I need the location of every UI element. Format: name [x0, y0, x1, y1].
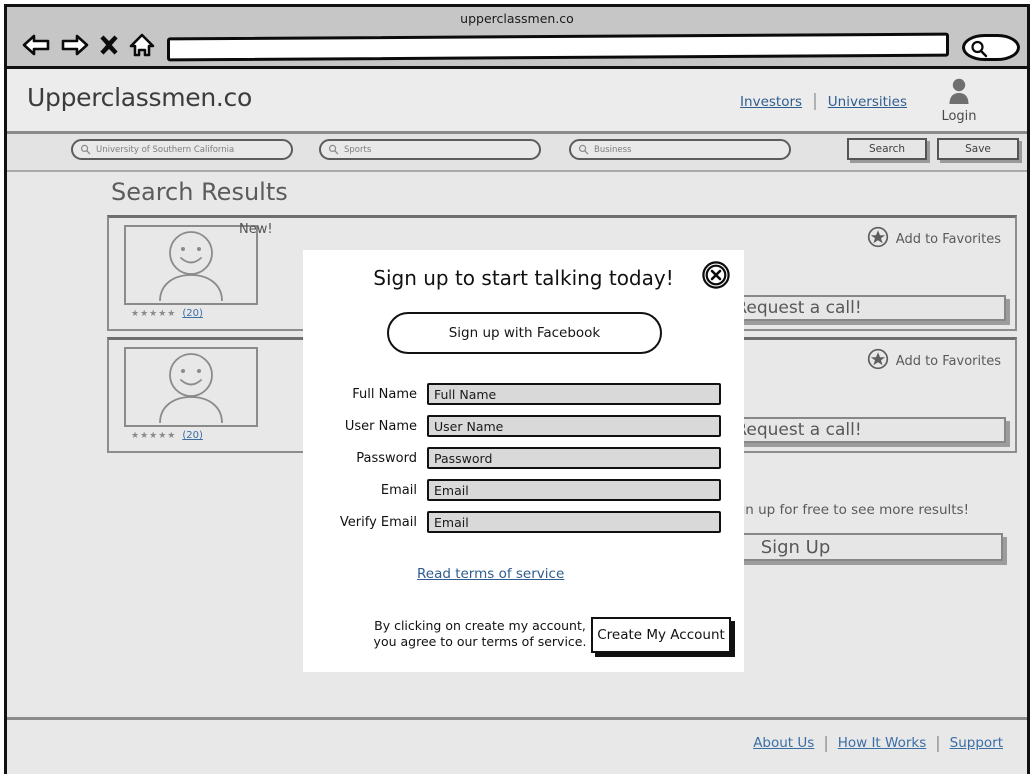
site-page: Upperclassmen.co Investors | Universitie… [7, 69, 1027, 774]
rating: ★★★★★ (20) [131, 308, 203, 319]
search-field-interest-value: Sports [344, 144, 372, 155]
browser-chrome: upperclassmen.co [7, 7, 1027, 69]
url-input[interactable] [167, 32, 949, 62]
signup-note: Sign up for free to see more results! [724, 502, 969, 518]
search-field-school[interactable]: University of Southern California [71, 139, 293, 160]
star-rating-icon: ★★★★★ [131, 430, 177, 441]
new-badge: New! [239, 222, 273, 237]
search-icon [970, 40, 988, 62]
label-password: Password [356, 450, 417, 466]
back-icon[interactable] [21, 33, 51, 57]
add-to-favorites-label: Add to Favorites [895, 231, 1001, 247]
footer-nav: About Us | How It Works | Support [753, 733, 1003, 752]
nav-link-investors[interactable]: Investors [740, 94, 802, 110]
close-icon[interactable] [702, 261, 730, 293]
search-button[interactable]: Search [847, 138, 927, 160]
input-verify-email[interactable]: Email [427, 511, 721, 533]
browser-search-box[interactable] [962, 34, 1020, 61]
footer-separator: | [823, 733, 829, 752]
label-user-name: User Name [344, 418, 417, 434]
profile-thumbnail [124, 347, 258, 427]
login-button[interactable]: Login [929, 77, 989, 124]
stop-icon[interactable] [99, 33, 119, 57]
form-row-verify-email: Verify Email Email [325, 511, 725, 533]
browser-window: upperclassmen.co Upperclassmen.co Invest… [4, 4, 1030, 774]
star-circle-icon [867, 226, 889, 252]
browser-controls [21, 32, 156, 58]
form-row-password: Password Password [325, 447, 725, 469]
browser-title: upperclassmen.co [460, 11, 574, 26]
add-to-favorites-button[interactable]: Add to Favorites [867, 226, 1001, 252]
input-full-name[interactable]: Full Name [427, 383, 721, 405]
signup-form: Full Name Full Name User Name User Name … [325, 383, 725, 543]
star-circle-icon [867, 348, 889, 374]
form-row-email: Email Email [325, 479, 725, 501]
save-button[interactable]: Save [937, 138, 1019, 160]
nav-separator: | [812, 91, 818, 111]
add-to-favorites-label: Add to Favorites [895, 353, 1001, 369]
search-bar: University of Southern California Sports [7, 134, 1027, 172]
label-email: Email [380, 482, 417, 498]
search-field-major-value: Business [594, 144, 632, 155]
terms-of-service-link[interactable]: Read terms of service [417, 566, 564, 582]
profile-thumbnail [124, 225, 258, 305]
footer-link-about-us[interactable]: About Us [753, 735, 814, 751]
footer-link-how-it-works[interactable]: How It Works [838, 735, 927, 751]
form-row-full-name: Full Name Full Name [325, 383, 725, 405]
footer-separator: | [935, 733, 941, 752]
search-icon [80, 140, 91, 159]
label-verify-email: Verify Email [339, 514, 417, 530]
rating-count-link[interactable]: (20) [182, 430, 203, 441]
site-footer: About Us | How It Works | Support [7, 717, 1027, 774]
page-title: Search Results [111, 178, 288, 206]
create-account-button[interactable]: Create My Account [591, 617, 731, 653]
form-row-user-name: User Name User Name [325, 415, 725, 437]
signup-facebook-button[interactable]: Sign up with Facebook [387, 312, 662, 354]
input-email[interactable]: Email [427, 479, 721, 501]
login-label: Login [941, 109, 977, 124]
input-user-name[interactable]: User Name [427, 415, 721, 437]
home-icon[interactable] [128, 32, 156, 58]
footer-link-support[interactable]: Support [950, 735, 1003, 751]
signup-modal: Sign up to start talking today! Sign up … [303, 250, 744, 672]
search-field-major[interactable]: Business [569, 139, 791, 160]
search-field-interest[interactable]: Sports [319, 139, 541, 160]
label-full-name: Full Name [352, 386, 417, 402]
input-password[interactable]: Password [427, 447, 721, 469]
modal-title: Sign up to start talking today! [373, 266, 674, 290]
terms-disclaimer: By clicking on create my account, you ag… [373, 618, 587, 649]
forward-icon[interactable] [60, 33, 90, 57]
header-nav: Investors | Universities [740, 93, 907, 110]
search-icon [578, 140, 589, 159]
star-rating-icon: ★★★★★ [131, 308, 177, 319]
site-logo[interactable]: Upperclassmen.co [27, 83, 252, 112]
add-to-favorites-button[interactable]: Add to Favorites [867, 348, 1001, 374]
search-field-school-value: University of Southern California [96, 144, 235, 155]
search-icon [328, 140, 339, 159]
rating-count-link[interactable]: (20) [182, 308, 203, 319]
nav-link-universities[interactable]: Universities [828, 94, 907, 110]
site-header: Upperclassmen.co Investors | Universitie… [7, 69, 1027, 134]
rating: ★★★★★ (20) [131, 430, 203, 441]
